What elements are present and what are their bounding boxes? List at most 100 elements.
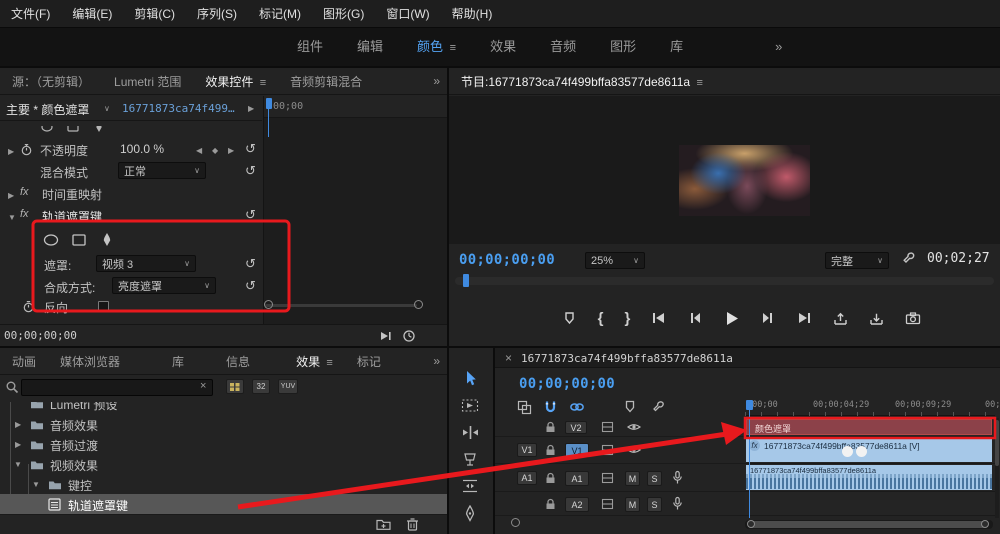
playhead-marker[interactable] xyxy=(266,98,272,109)
sync-lock-icon[interactable] xyxy=(601,444,614,456)
horizontal-scrollbar[interactable] xyxy=(745,520,993,529)
toggle-effects-icon[interactable] xyxy=(402,329,416,343)
lock-icon[interactable] xyxy=(545,421,556,433)
mask-rect-icon[interactable] xyxy=(70,231,88,249)
tree-item-video-effects[interactable]: ▼ 视频效果 xyxy=(0,454,447,474)
lift-button[interactable] xyxy=(833,311,848,326)
panel-menu-icon[interactable]: ≡ xyxy=(696,77,702,89)
clip-audio[interactable]: 16771873ca74f499bffa83577de8611a xyxy=(746,465,992,490)
tab-effects[interactable]: 效果 ≡ xyxy=(284,353,345,370)
mute-button[interactable]: M xyxy=(625,497,640,512)
lane-a1[interactable]: 16771873ca74f499bffa83577de8611a xyxy=(745,464,995,492)
tab-audio-clip-mixer[interactable]: 音频剪辑混合 xyxy=(278,73,374,90)
mark-out-button[interactable]: } xyxy=(625,310,631,327)
zoom-handle-left[interactable] xyxy=(747,520,755,528)
tab-effect-controls[interactable]: 效果控件 ≡ xyxy=(193,73,278,90)
timeline-settings-icon[interactable] xyxy=(651,400,666,415)
workspace-tab-audio[interactable]: 音频 xyxy=(533,28,593,66)
source-patch-v1[interactable]: V1 xyxy=(517,443,537,457)
sync-lock-icon[interactable] xyxy=(601,472,614,484)
workspace-tab-editing[interactable]: 编辑 xyxy=(340,28,400,66)
zoom-handle-right[interactable] xyxy=(981,520,989,528)
playhead-marker[interactable] xyxy=(746,400,753,410)
go-to-out-button[interactable] xyxy=(796,311,812,325)
menu-marker[interactable]: 标记(M) xyxy=(248,5,312,22)
chevron-right-icon[interactable]: ▶ xyxy=(8,147,14,156)
tab-overflow-button[interactable]: » xyxy=(430,348,443,375)
tree-item-audio-effects[interactable]: ▶ 音频效果 xyxy=(0,414,447,434)
selection-tool[interactable] xyxy=(463,370,479,387)
menu-window[interactable]: 窗口(W) xyxy=(375,5,440,22)
workspace-tab-graphics[interactable]: 图形 xyxy=(593,28,653,66)
tab-source-monitor[interactable]: 源：（无剪辑） xyxy=(0,73,102,90)
vertical-zoom-handle[interactable] xyxy=(511,518,520,527)
effect-controls-timecode[interactable]: 00;00;00;00 xyxy=(4,329,77,342)
tab-media-browser[interactable]: 媒体浏览器 xyxy=(48,353,160,370)
mic-icon[interactable] xyxy=(671,496,684,512)
razor-tool[interactable] xyxy=(462,452,478,467)
workspace-tab-assembly[interactable]: 组件 xyxy=(280,28,340,66)
mask-pen-icon[interactable] xyxy=(92,126,106,134)
menu-sequence[interactable]: 序列(S) xyxy=(186,5,248,22)
ripple-edit-tool[interactable] xyxy=(462,425,479,440)
solo-button[interactable]: S xyxy=(647,471,662,486)
chevron-down-icon[interactable]: ▼ xyxy=(8,213,16,222)
clip-color-matte[interactable]: 颜色遮罩 xyxy=(746,419,992,435)
eye-icon[interactable] xyxy=(627,422,641,432)
settings-wrench-icon[interactable] xyxy=(901,251,917,267)
mask-rect-icon[interactable] xyxy=(66,126,80,134)
opacity-value[interactable]: 100.0 % xyxy=(120,142,164,156)
tab-libraries[interactable]: 库 xyxy=(160,353,214,370)
mask-pen-icon[interactable] xyxy=(98,231,116,249)
yuv-badge[interactable]: YUV xyxy=(278,379,298,394)
stopwatch-icon[interactable] xyxy=(22,300,35,313)
toggle-timeline-view-button[interactable]: ▶ xyxy=(248,104,254,113)
workspace-tab-libraries[interactable]: 库 xyxy=(653,28,700,66)
close-icon[interactable]: × xyxy=(505,351,512,365)
chevron-right-icon[interactable]: ▶ xyxy=(8,191,14,200)
track-target-v1[interactable]: V1 xyxy=(565,443,589,458)
menu-edit[interactable]: 编辑(E) xyxy=(61,5,123,22)
scrollbar-thumb[interactable] xyxy=(748,521,986,528)
tab-info[interactable]: 信息 xyxy=(214,353,284,370)
stopwatch-icon[interactable] xyxy=(20,143,33,156)
source-patch-a1[interactable]: A1 xyxy=(517,471,537,485)
step-forward-button[interactable] xyxy=(761,311,775,325)
search-input[interactable] xyxy=(21,379,213,396)
mask-ellipse-icon[interactable] xyxy=(42,231,60,249)
keyframe-add-icon[interactable]: ◆ xyxy=(212,146,218,155)
timeline-ruler[interactable]: ;00;00 00;00;04;29 00;00;09;29 00; xyxy=(745,398,995,416)
tree-item-track-matte-key[interactable]: 轨道遮罩键 xyxy=(0,494,447,514)
timeline-timecode[interactable]: 00;00;00;00 xyxy=(519,376,615,392)
export-frame-button[interactable] xyxy=(905,311,921,325)
solo-button[interactable]: S xyxy=(647,497,662,512)
tree-item-keying[interactable]: ▼ 键控 xyxy=(0,474,447,494)
track-matte-key-label[interactable]: 轨道遮罩键 xyxy=(42,208,102,225)
playhead-marker[interactable] xyxy=(463,274,469,287)
clip-video[interactable]: fx 16771873ca74f499bffa83577de8611a [V] xyxy=(746,438,992,462)
program-scrubber[interactable] xyxy=(455,277,994,285)
linked-selection-icon[interactable] xyxy=(569,400,585,414)
lock-icon[interactable] xyxy=(545,472,556,484)
chevron-right-icon[interactable]: ▶ xyxy=(15,440,21,449)
keyframe-prev-icon[interactable]: ◀ xyxy=(196,146,202,155)
zoom-handle-right[interactable] xyxy=(414,300,423,309)
menu-graphics[interactable]: 图形(G) xyxy=(312,5,375,22)
play-button[interactable] xyxy=(723,310,740,327)
tree-item-audio-transitions[interactable]: ▶ 音频过渡 xyxy=(0,434,447,454)
invert-checkbox[interactable] xyxy=(98,301,109,312)
reset-icon[interactable]: ↺ xyxy=(245,279,256,292)
track-target-a2[interactable]: A2 xyxy=(565,497,589,512)
mic-icon[interactable] xyxy=(671,470,684,486)
chevron-right-icon[interactable]: ▶ xyxy=(15,420,21,429)
tab-program-monitor[interactable]: 节目:16771873ca74f499bffa83577de8611a ≡ xyxy=(449,73,715,90)
tab-lumetri-scopes[interactable]: Lumetri 范围 xyxy=(102,73,193,90)
mask-ellipse-icon[interactable] xyxy=(40,126,54,134)
zoom-select[interactable]: 25% ∨ xyxy=(585,252,645,269)
workspace-overflow-button[interactable]: » xyxy=(758,28,799,66)
matte-select[interactable]: 视频 3 ∨ xyxy=(96,255,196,272)
reset-icon[interactable]: ↺ xyxy=(245,208,256,221)
delete-icon[interactable] xyxy=(406,517,419,531)
program-timecode[interactable]: 00;00;00;00 xyxy=(459,252,555,268)
clip-name-label[interactable]: 16771873ca74f499... xyxy=(122,102,240,115)
